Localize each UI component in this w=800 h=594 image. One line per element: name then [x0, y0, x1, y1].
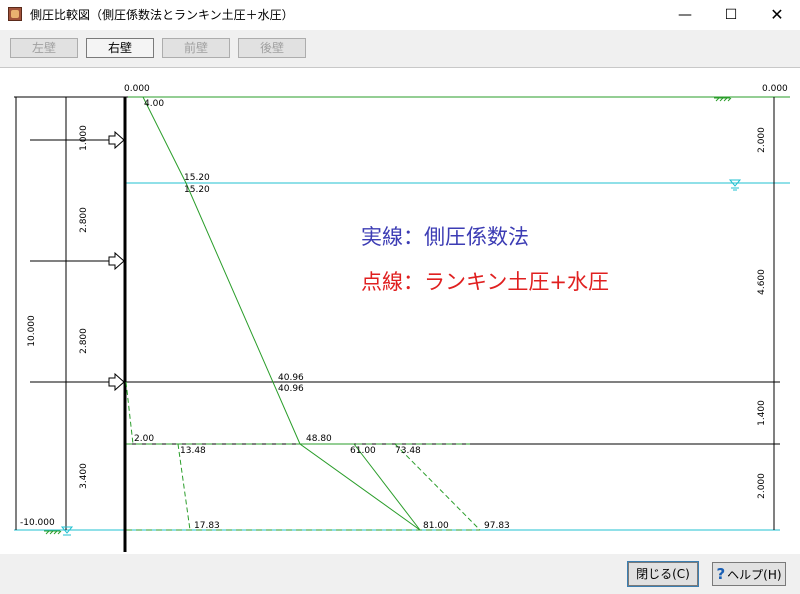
top-right-elevation: 0.000: [762, 84, 788, 94]
left-dim-label-3: 2.800: [79, 328, 89, 354]
close-window-button[interactable]: ✕: [754, 0, 800, 30]
dashed-pressure-line-2: [177, 443, 191, 531]
window-title: 側圧比較図（側圧係数法とランキン土圧＋水圧）: [30, 8, 294, 22]
bottom-bar: 閉じる(C) ? ヘルプ(H): [0, 554, 800, 594]
load-arrow-icon-1: [108, 130, 125, 150]
solid-pressure-lower: [353, 443, 421, 531]
left-dim-label-4: 3.400: [79, 463, 89, 489]
value-mid-b: 40.96: [278, 384, 304, 394]
water-level-icon-bottom: [60, 526, 74, 536]
value-top: 4.00: [144, 99, 164, 109]
minimize-button[interactable]: —: [662, 0, 708, 30]
left-dim-label-1: 1.000: [79, 125, 89, 151]
pressure-diagram-canvas: 1.000 2.800 2.800 3.400 10.000 2.000 4.6…: [0, 68, 800, 554]
ground-hatch-icon-top: [714, 97, 732, 102]
solid-pressure-line: [142, 96, 421, 531]
legend-solid: 実線：側圧係数法: [361, 225, 529, 249]
value-bot-dash2: 97.83: [484, 521, 510, 531]
tab-right-wall[interactable]: 右壁: [86, 38, 154, 58]
title-bar: 側圧比較図（側圧係数法とランキン土圧＋水圧） — ☐ ✕: [0, 0, 800, 30]
right-dim-label-4: 2.000: [757, 473, 767, 499]
value-low-dash1: 13.48: [180, 446, 206, 456]
dashed-pressure-line-3: [394, 443, 481, 531]
value-low-solid: 48.80: [306, 434, 332, 444]
value-wl-b: 15.20: [184, 185, 210, 195]
value-low-dash2: 73.48: [395, 446, 421, 456]
right-dim-label-1: 2.000: [757, 127, 767, 153]
help-icon: ?: [716, 565, 726, 583]
help-label: ヘルプ(H): [727, 568, 782, 582]
value-bot-dash1: 17.83: [194, 521, 220, 531]
value-bot-solid: 81.00: [423, 521, 449, 531]
close-button[interactable]: 閉じる(C): [627, 561, 699, 587]
ground-hatch-icon-bottom: [44, 530, 62, 535]
maximize-button[interactable]: ☐: [708, 0, 754, 30]
left-total-dim-label: 10.000: [27, 315, 37, 347]
help-button[interactable]: ? ヘルプ(H): [712, 562, 786, 586]
right-dim-label-2: 4.600: [757, 269, 767, 295]
bottom-left-elevation: -10.000: [20, 518, 55, 528]
value-mid-a: 40.96: [278, 373, 304, 383]
load-arrow-icon-3: [108, 372, 125, 392]
pressure-diagram: 1.000 2.800 2.800 3.400 10.000 2.000 4.6…: [14, 84, 790, 552]
right-dim-label-3: 1.400: [757, 400, 767, 426]
top-left-elevation: 0.000: [124, 84, 150, 94]
app-icon: [8, 7, 22, 21]
tab-back-wall[interactable]: 後壁: [238, 38, 306, 58]
legend-dashed: 点線：ランキン土圧+水圧: [361, 270, 609, 294]
dashed-pressure-line-1: [125, 381, 134, 445]
tab-left-wall[interactable]: 左壁: [10, 38, 78, 58]
wall-tabs: 左壁 右壁 前壁 後壁: [0, 30, 800, 68]
value-low-solid2: 61.00: [350, 446, 376, 456]
tab-front-wall[interactable]: 前壁: [162, 38, 230, 58]
left-dim-label-2: 2.800: [79, 207, 89, 233]
load-arrow-icon-2: [108, 251, 125, 271]
water-level-icon: [728, 179, 742, 191]
value-low-left: 2.00: [134, 434, 154, 444]
value-wl-a: 15.20: [184, 173, 210, 183]
